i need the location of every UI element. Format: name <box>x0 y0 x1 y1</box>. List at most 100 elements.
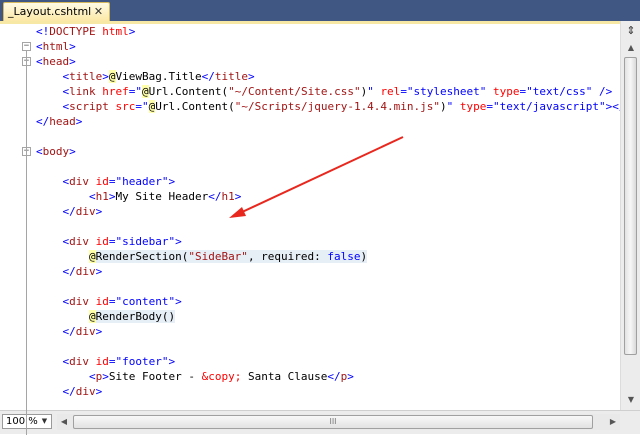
code-token: h1 <box>95 190 109 203</box>
code-token: > <box>95 265 103 278</box>
code-line: <div id="footer"> <box>36 354 176 369</box>
vertical-scroll-thumb[interactable] <box>624 57 637 355</box>
code-token: > <box>347 370 354 383</box>
code-token: rel <box>380 85 401 98</box>
code-token: @ <box>88 310 96 323</box>
code-token: ) <box>440 100 447 113</box>
code-token: > <box>95 325 103 338</box>
code-token: , required: <box>247 250 328 263</box>
code-token: "~/Content/Site.css" <box>228 85 361 98</box>
code-token: div <box>69 355 89 368</box>
outline-guide-line <box>26 66 27 121</box>
code-token: div <box>69 235 89 248</box>
code-token: < <box>88 370 96 383</box>
dropdown-arrow-icon[interactable]: ▼ <box>39 415 50 428</box>
outlining-margin <box>22 24 32 410</box>
code-token: > <box>75 115 83 128</box>
code-token: Site Footer - <box>108 370 202 383</box>
close-icon[interactable]: ✕ <box>92 5 105 18</box>
code-token: < <box>36 55 43 68</box>
code-token: id <box>95 355 109 368</box>
code-token: id <box>95 295 109 308</box>
code-line: <div id="header"> <box>36 174 176 189</box>
code-token: < <box>88 190 96 203</box>
code-token: ="footer"> <box>108 355 176 368</box>
code-token: =" <box>135 100 149 113</box>
code-token: > <box>128 25 136 38</box>
code-token: </ <box>62 205 76 218</box>
code-token: /> <box>599 85 613 98</box>
code-editor[interactable]: <!DOCTYPE html> <html> <head> <title>@View… <box>36 24 620 410</box>
code-token: false <box>327 250 361 263</box>
scroll-left-arrow-icon[interactable]: ◀ <box>57 414 71 430</box>
code-token: title <box>214 70 248 83</box>
code-token: div <box>69 175 89 188</box>
vertical-scrollbar[interactable]: ⇕ ▲ ▼ <box>620 21 640 410</box>
code-token: html <box>42 40 70 53</box>
horizontal-scrollbar[interactable]: ◀ III ▶ <box>57 414 620 430</box>
code-token: ="content"> <box>108 295 182 308</box>
code-token: </ <box>327 370 341 383</box>
zoom-value: 100 % <box>6 416 38 427</box>
horizontal-scroll-thumb[interactable]: III <box>73 415 593 429</box>
tab-layout-cshtml[interactable]: _Layout.cshtml ✕ <box>3 2 110 21</box>
code-token: div <box>75 205 96 218</box>
code-token: head <box>49 115 76 128</box>
code-line: <script src="@Url.Content("~/Scripts/jqu… <box>36 99 620 114</box>
code-token: script <box>69 100 109 113</box>
code-token: body <box>42 145 70 158</box>
code-token: ="stylesheet" <box>400 85 487 98</box>
scroll-right-arrow-icon[interactable]: ▶ <box>606 414 620 430</box>
collapse-toggle[interactable]: − <box>22 42 31 51</box>
code-token: " <box>367 85 374 98</box>
code-token: Url.Content( <box>148 85 229 98</box>
code-token: href <box>102 85 129 98</box>
code-token: src <box>115 100 136 113</box>
code-line: @RenderSection("SideBar", required: fals… <box>36 249 368 264</box>
code-token: id <box>95 235 109 248</box>
code-line: </div> <box>36 264 103 279</box>
code-line: <title>@ViewBag.Title</title> <box>36 69 255 84</box>
code-token: > <box>95 385 103 398</box>
code-token: My Site Header <box>115 190 209 203</box>
code-line: <html> <box>36 39 76 54</box>
code-token: > <box>95 205 103 218</box>
code-token: @ <box>108 70 116 83</box>
scroll-up-arrow-icon[interactable]: ▲ <box>624 41 638 55</box>
code-line: <link href="@Url.Content("~/Content/Site… <box>36 84 612 99</box>
scrollbar-corner <box>620 411 640 434</box>
code-token: head <box>42 55 70 68</box>
code-line: <p>Site Footer - &copy; Santa Clause</p> <box>36 369 354 384</box>
code-token: h1 <box>221 190 235 203</box>
code-token: type <box>459 100 487 113</box>
code-token: link <box>69 85 96 98</box>
code-token: ="sidebar"> <box>108 235 182 248</box>
code-line: <!DOCTYPE html> <box>36 24 135 39</box>
code-token: html <box>102 25 129 38</box>
code-token: </ <box>612 100 620 113</box>
code-token: < <box>36 145 43 158</box>
code-token: </ <box>62 265 76 278</box>
code-token: < <box>36 40 43 53</box>
split-window-icon[interactable]: ⇕ <box>624 24 638 37</box>
scroll-down-arrow-icon[interactable]: ▼ <box>624 393 638 407</box>
code-token: ViewBag.Title <box>115 70 202 83</box>
code-token: > <box>69 145 76 158</box>
code-token: div <box>75 265 96 278</box>
zoom-dropdown[interactable]: 100 % ▼ <box>2 414 52 429</box>
code-line: <div id="content"> <box>36 294 182 309</box>
code-token: > <box>102 70 109 83</box>
